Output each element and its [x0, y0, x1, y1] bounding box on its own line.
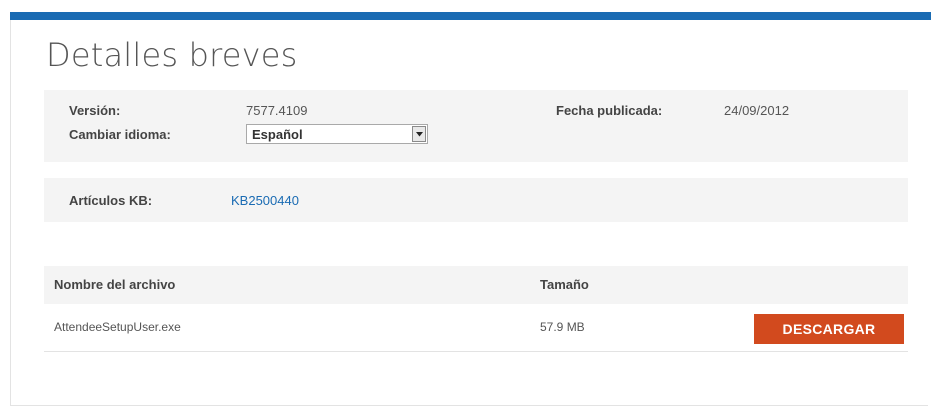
language-select-value: Español [252, 127, 303, 142]
published-label: Fecha publicada: [556, 103, 663, 118]
table-row: AttendeeSetupUser.exe 57.9 MB DESCARGAR [44, 304, 908, 352]
kb-article-link[interactable]: KB2500440 [231, 193, 299, 208]
kb-label: Artículos KB: [69, 193, 153, 208]
version-label: Versión: [69, 103, 121, 118]
published-value: 24/09/2012 [724, 103, 790, 118]
kb-panel: Artículos KB: KB2500440 [44, 178, 908, 222]
language-select[interactable]: Español [246, 124, 428, 144]
details-panel: Versión: 7577.4109 Cambiar idioma: Españ… [44, 90, 908, 162]
top-accent-bar [10, 12, 931, 20]
download-button[interactable]: DESCARGAR [754, 314, 904, 344]
language-label: Cambiar idioma: [69, 127, 171, 142]
chevron-down-icon[interactable] [412, 126, 426, 142]
version-value: 7577.4109 [246, 103, 308, 118]
column-header-size: Tamaño [540, 277, 589, 292]
column-header-file-name: Nombre del archivo [54, 277, 176, 292]
file-name: AttendeeSetupUser.exe [54, 320, 181, 334]
file-size: 57.9 MB [540, 320, 585, 334]
chevron-down-icon-glyph [416, 132, 423, 137]
files-table-header: Nombre del archivo Tamaño [44, 266, 908, 304]
page-title: Detalles breves [46, 36, 298, 74]
